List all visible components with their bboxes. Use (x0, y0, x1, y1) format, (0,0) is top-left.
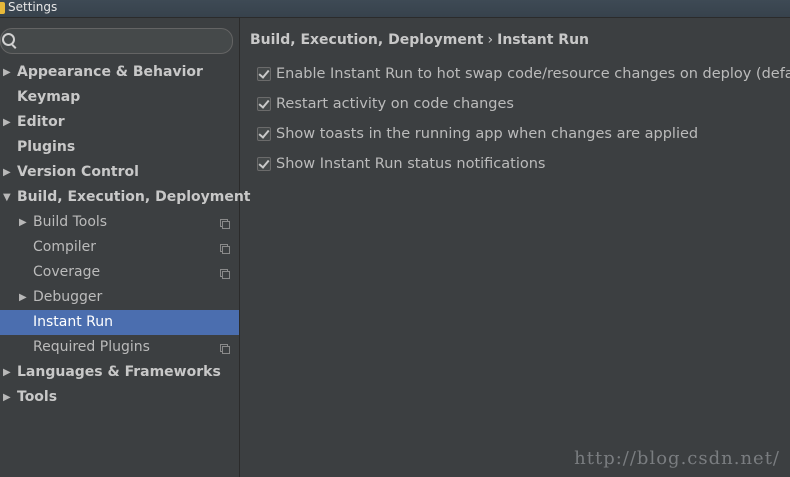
expand-arrow-icon[interactable]: ▶ (3, 160, 13, 185)
project-settings-icon (220, 219, 230, 229)
expand-arrow-icon[interactable]: ▶ (19, 210, 29, 235)
tree-item-label: Debugger (33, 289, 103, 305)
tree-item-label: Instant Run (33, 314, 114, 330)
expand-arrow-icon[interactable]: ▶ (3, 110, 13, 135)
project-settings-icon (220, 344, 230, 354)
tree-item-version-control[interactable]: ▶ Version Control (0, 160, 239, 185)
tree-item-build-execution-deployment[interactable]: ▼ Build, Execution, Deployment (0, 185, 251, 210)
collapse-arrow-icon[interactable]: ▼ (3, 185, 13, 210)
option-label: Restart activity on code changes (276, 96, 514, 112)
status-notifications-checkbox[interactable] (257, 157, 271, 171)
title-bar: Settings (0, 0, 790, 18)
expand-arrow-icon[interactable]: ▶ (3, 385, 13, 410)
tree-item-label: Languages & Frameworks (17, 364, 221, 380)
tree-item-plugins[interactable]: Plugins (0, 135, 239, 160)
settings-content: Build, Execution, Deployment › Instant Run… (240, 18, 790, 477)
tree-item-label: Keymap (17, 89, 81, 105)
tree-item-label: Build Tools (33, 214, 108, 230)
expand-arrow-icon[interactable]: ▶ (19, 285, 29, 310)
tree-item-label: Version Control (17, 164, 139, 180)
settings-sidebar: ▶ Appearance & Behavior Keymap ▶ Editor … (0, 18, 251, 477)
enable-instant-run-checkbox[interactable] (257, 67, 271, 81)
tree-item-label: Build, Execution, Deployment (17, 189, 251, 205)
option-label: Show toasts in the running app when chan… (276, 126, 699, 142)
tree-item-tools[interactable]: ▶ Tools (0, 385, 239, 410)
tree-item-appearance-behavior[interactable]: ▶ Appearance & Behavior (0, 60, 239, 85)
tree-item-debugger[interactable]: ▶ Debugger (0, 285, 239, 310)
tree-item-editor[interactable]: ▶ Editor (0, 110, 239, 135)
tree-item-instant-run[interactable]: Instant Run (0, 310, 239, 335)
tree-item-keymap[interactable]: Keymap (0, 85, 239, 110)
expand-arrow-icon[interactable]: ▶ (3, 60, 13, 85)
window-title: Settings (8, 0, 58, 14)
project-settings-icon (220, 269, 230, 279)
watermark: http://blog.csdn.net/ (574, 448, 780, 469)
breadcrumb: Build, Execution, Deployment › Instant Run (250, 32, 589, 48)
breadcrumb-separator: › (487, 32, 494, 48)
show-toasts-checkbox[interactable] (257, 127, 271, 141)
tree-item-languages-frameworks[interactable]: ▶ Languages & Frameworks (0, 360, 239, 385)
tree-item-coverage[interactable]: Coverage (0, 260, 239, 285)
tree-item-required-plugins[interactable]: Required Plugins (0, 335, 239, 360)
project-settings-icon (220, 244, 230, 254)
settings-tree: ▶ Appearance & Behavior Keymap ▶ Editor … (0, 60, 251, 410)
breadcrumb-current: Instant Run (497, 32, 590, 48)
tree-item-build-tools[interactable]: ▶ Build Tools (0, 210, 239, 235)
search-box[interactable] (0, 28, 233, 54)
search-icon (2, 33, 15, 46)
search-input[interactable] (19, 31, 228, 51)
tree-item-compiler[interactable]: Compiler (0, 235, 239, 260)
tree-item-label: Editor (17, 114, 65, 130)
tree-item-label: Tools (17, 389, 58, 405)
tree-item-label: Appearance & Behavior (17, 64, 203, 80)
breadcrumb-parent: Build, Execution, Deployment (250, 32, 484, 48)
tree-item-label: Plugins (17, 139, 76, 155)
expand-arrow-icon[interactable]: ▶ (3, 360, 13, 385)
option-label: Show Instant Run status notifications (276, 156, 546, 172)
restart-activity-checkbox[interactable] (257, 97, 271, 111)
tree-item-label: Required Plugins (33, 339, 150, 355)
app-icon (0, 2, 5, 14)
option-label: Enable Instant Run to hot swap code/reso… (276, 66, 790, 82)
tree-item-label: Coverage (33, 264, 101, 280)
tree-item-label: Compiler (33, 239, 97, 255)
